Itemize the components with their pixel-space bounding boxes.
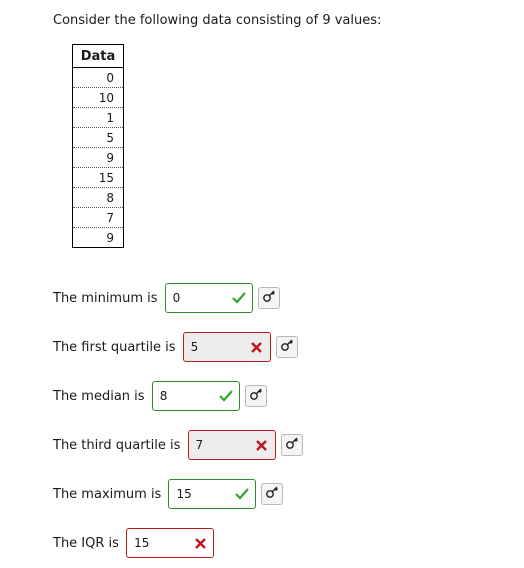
question-label: The first quartile is xyxy=(53,339,180,355)
iqr-answer-field[interactable]: 15 xyxy=(126,528,215,558)
x-icon xyxy=(248,338,266,356)
question-label: The minimum is xyxy=(53,290,162,306)
question-label: The IQR is xyxy=(53,535,124,551)
data-table-header: Data xyxy=(72,44,124,68)
question-first-quartile: The first quartile is 5 xyxy=(53,331,298,363)
x-icon xyxy=(191,534,209,552)
data-cell: 9 xyxy=(72,227,124,248)
check-icon xyxy=(217,387,235,405)
question-label: The third quartile is xyxy=(53,437,185,453)
key-icon xyxy=(280,338,294,356)
key-icon xyxy=(249,387,263,405)
check-icon xyxy=(233,485,251,503)
median-answer-field[interactable]: 8 xyxy=(151,381,240,411)
question-iqr: The IQR is 15 xyxy=(53,527,215,559)
show-answer-key-button[interactable] xyxy=(280,434,303,456)
question-median: The median is 8 xyxy=(53,380,267,412)
answer-value: 15 xyxy=(134,536,150,550)
question-minimum: The minimum is 0 xyxy=(53,282,280,314)
x-icon xyxy=(253,436,271,454)
show-answer-key-button[interactable] xyxy=(257,287,280,309)
data-cell: 9 xyxy=(72,147,124,168)
data-cell: 10 xyxy=(72,87,124,108)
question-label: The median is xyxy=(53,388,149,404)
maximum-answer-field[interactable]: 15 xyxy=(168,479,257,509)
answer-value: 0 xyxy=(172,291,181,305)
data-cell: 15 xyxy=(72,167,124,188)
show-answer-key-button[interactable] xyxy=(261,483,284,505)
show-answer-key-button[interactable] xyxy=(244,385,267,407)
check-icon xyxy=(230,289,248,307)
data-cell: 5 xyxy=(72,127,124,148)
answer-value: 5 xyxy=(190,340,199,354)
key-icon xyxy=(265,485,279,503)
data-cell: 7 xyxy=(72,207,124,228)
question-third-quartile: The third quartile is 7 xyxy=(53,429,303,461)
show-answer-key-button[interactable] xyxy=(275,336,298,358)
question-intro: Consider the following data consisting o… xyxy=(53,13,382,28)
question-maximum: The maximum is 15 xyxy=(53,478,284,510)
minimum-answer-field[interactable]: 0 xyxy=(164,283,253,313)
answer-value: 15 xyxy=(176,487,192,501)
answer-value: 8 xyxy=(159,389,168,403)
data-cell: 8 xyxy=(72,187,124,208)
question-label: The maximum is xyxy=(53,486,166,502)
third-quartile-answer-field[interactable]: 7 xyxy=(187,430,276,460)
key-icon xyxy=(285,436,299,454)
answer-value: 7 xyxy=(195,438,204,452)
data-cell: 1 xyxy=(72,107,124,128)
key-icon xyxy=(262,289,276,307)
data-cell: 0 xyxy=(72,67,124,88)
first-quartile-answer-field[interactable]: 5 xyxy=(182,332,271,362)
data-table: Data 0 10 1 5 9 15 8 7 9 xyxy=(72,44,124,248)
